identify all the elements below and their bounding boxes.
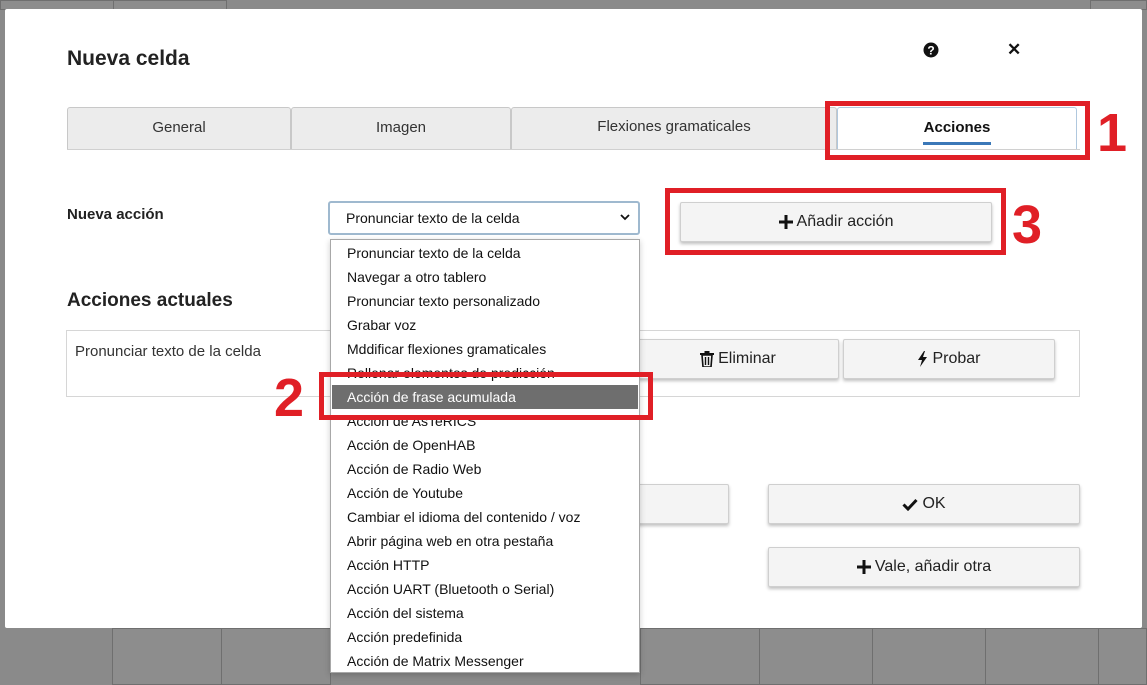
ok-add-another-button[interactable]: Vale, añadir otra: [768, 547, 1080, 587]
grid-cell: [759, 628, 873, 685]
current-action-name: Pronunciar texto de la celda: [75, 343, 261, 360]
dropdown-option[interactable]: Mddificar flexiones gramaticales: [332, 337, 638, 361]
trash-icon: [700, 351, 715, 367]
ok-add-label: Vale, añadir otra: [874, 558, 992, 575]
tab-label: General: [152, 119, 206, 136]
dropdown-option[interactable]: Grabar voz: [332, 313, 638, 337]
annotation-number-2: 2: [274, 368, 305, 428]
action-type-select[interactable]: Pronunciar texto de la celda: [328, 201, 640, 235]
grid-cell: [640, 628, 760, 685]
dropdown-option[interactable]: Cambiar el idioma del contenido / voz: [332, 505, 638, 529]
delete-label: Eliminar: [718, 350, 776, 367]
tab-label: Flexiones gramaticales: [597, 118, 751, 135]
grid-cell: [112, 628, 222, 685]
close-icon[interactable]: ✕: [1007, 41, 1021, 58]
bolt-icon: [918, 351, 928, 367]
test-action-button[interactable]: Probar: [843, 339, 1055, 379]
plus-icon: [856, 560, 871, 574]
annotation-number-1: 1: [1097, 103, 1128, 163]
svg-text:?: ?: [927, 44, 934, 58]
chevron-down-icon: [620, 214, 630, 221]
tab-general[interactable]: General: [67, 107, 291, 149]
dropdown-option[interactable]: Acción del sistema: [332, 601, 638, 625]
ok-label: OK: [922, 495, 946, 512]
dialog-title: Nueva celda: [67, 47, 190, 70]
annotation-box-option: [319, 372, 653, 420]
annotation-number-3: 3: [1012, 195, 1043, 255]
help-icon[interactable]: ?: [923, 42, 939, 58]
tab-grammatical-inflections[interactable]: Flexiones gramaticales: [511, 107, 837, 149]
grid-cell: [221, 628, 331, 685]
dropdown-option[interactable]: Pronunciar texto personalizado: [332, 289, 638, 313]
dropdown-option[interactable]: Acción de Radio Web: [332, 457, 638, 481]
dropdown-option[interactable]: Navegar a otro tablero: [332, 265, 638, 289]
dropdown-option[interactable]: Acción HTTP: [332, 553, 638, 577]
grid-cell: [872, 628, 986, 685]
dropdown-option[interactable]: Acción de Youtube: [332, 481, 638, 505]
cancel-button[interactable]: [625, 484, 729, 524]
grid-cell: [1098, 628, 1147, 685]
grid-cell: [985, 628, 1099, 685]
check-icon: [902, 498, 919, 511]
ok-button[interactable]: OK: [768, 484, 1080, 524]
dropdown-option[interactable]: Acción UART (Bluetooth o Serial): [332, 577, 638, 601]
dropdown-option[interactable]: Acción de Matrix Messenger: [332, 649, 638, 673]
action-type-dropdown: Pronunciar texto de la celda Navegar a ot…: [330, 239, 640, 673]
annotation-box-add: [665, 188, 1006, 255]
select-value: Pronunciar texto de la celda: [346, 210, 520, 226]
dropdown-option[interactable]: Acción predefinida: [332, 625, 638, 649]
dropdown-option[interactable]: Acción de OpenHAB: [332, 433, 638, 457]
annotation-box-tab: [825, 101, 1090, 160]
current-actions-title: Acciones actuales: [67, 290, 233, 311]
dropdown-option[interactable]: Abrir página web en otra pestaña: [332, 529, 638, 553]
new-action-label: Nueva acción: [67, 206, 164, 223]
tab-label: Imagen: [375, 119, 427, 136]
dropdown-option[interactable]: Pronunciar texto de la celda: [332, 241, 638, 265]
delete-action-button[interactable]: Eliminar: [637, 339, 839, 379]
tab-image[interactable]: Imagen: [291, 107, 511, 149]
test-label: Probar: [932, 350, 981, 367]
